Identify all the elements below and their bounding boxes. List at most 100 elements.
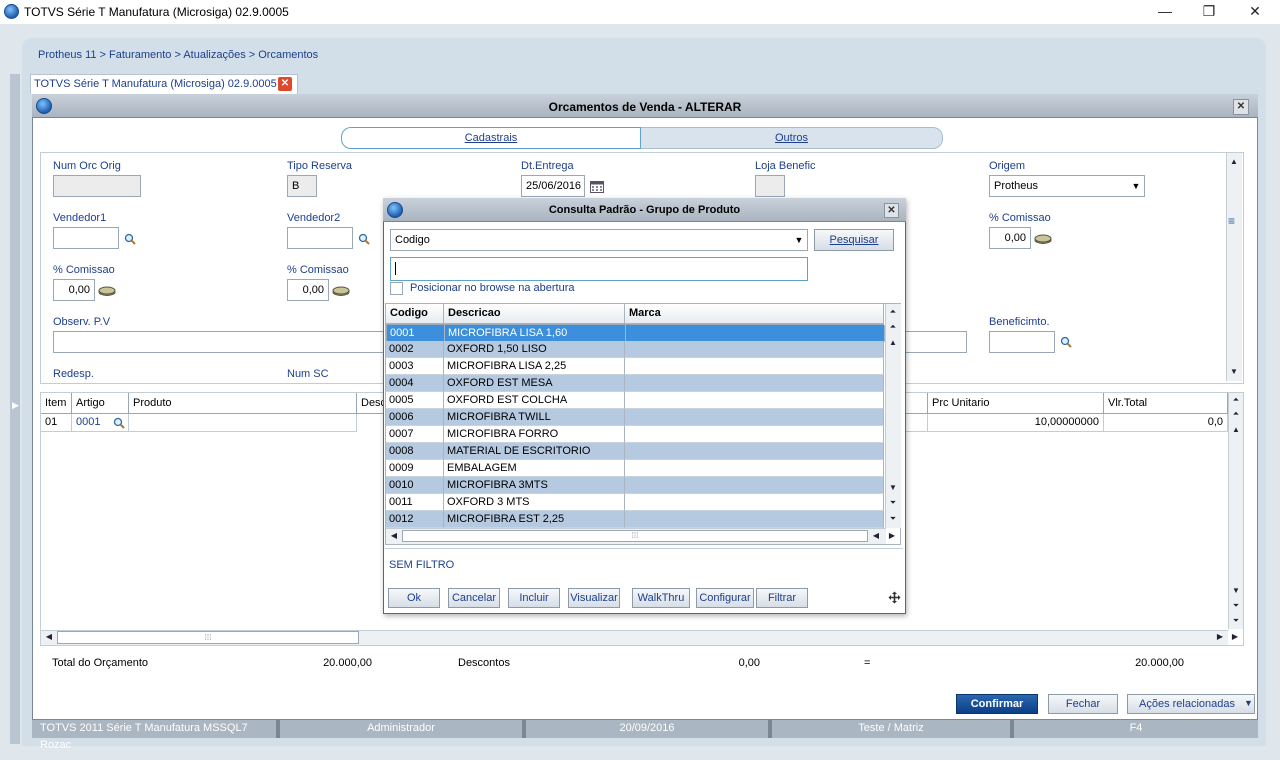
scroll-left-icon[interactable]: ◀ <box>388 530 400 542</box>
scroll-right-icon[interactable]: ◀ <box>870 530 882 542</box>
scroll-pageup-icon[interactable]: ⏶ <box>1230 408 1242 420</box>
vendedor1-field[interactable] <box>53 227 119 249</box>
scroll-end-icon[interactable]: ▶ <box>1229 631 1241 643</box>
scroll-grip-icon[interactable]: ≡ <box>1228 214 1235 228</box>
calendar-icon[interactable] <box>590 180 604 193</box>
lookup-cell-marca[interactable] <box>625 460 884 477</box>
hscroll-thumb[interactable]: ⁞⁞⁞ <box>402 530 868 542</box>
scroll-bottom-icon[interactable]: ⏷ <box>887 513 899 525</box>
lookup-row[interactable]: 0008 MATERIAL DE ESCRITORIO <box>386 443 884 460</box>
scroll-pagedown-icon[interactable]: ⏷ <box>887 497 899 509</box>
scroll-pageup-icon[interactable]: ⏶ <box>887 321 899 333</box>
lookup-row[interactable]: 0001 MICROFIBRA LISA 1,60 <box>386 324 885 342</box>
num-orc-orig-field[interactable] <box>53 175 141 197</box>
scroll-end-icon[interactable]: ▶ <box>886 530 898 542</box>
lookup-cell-marca[interactable] <box>625 494 884 511</box>
related-actions-button[interactable]: Ações relacionadas <box>1127 694 1255 714</box>
breadcrumb[interactable]: Protheus 11 > Faturamento > Atualizações… <box>38 49 318 61</box>
lookup-cell-codigo[interactable]: 0008 <box>386 443 444 460</box>
lookup-cell-codigo[interactable]: 0010 <box>386 477 444 494</box>
tab-cadastrais[interactable]: Cadastrais <box>341 127 641 149</box>
close-button[interactable]: Fechar <box>1048 694 1118 714</box>
scroll-down-icon[interactable]: ▼ <box>1228 366 1240 378</box>
lookup-cell-descricao[interactable]: MATERIAL DE ESCRITORIO <box>444 443 625 460</box>
calculator-coin-icon[interactable] <box>1034 234 1052 244</box>
search-button[interactable]: Pesquisar <box>814 229 894 251</box>
tipo-reserva-field[interactable]: B <box>287 175 317 197</box>
search-input[interactable] <box>390 257 808 281</box>
modal-close-button[interactable]: ✕ <box>884 203 899 218</box>
lookup-cell-marca[interactable] <box>625 443 884 460</box>
ok-button[interactable]: Ok <box>388 588 440 608</box>
lookup-cell-codigo[interactable]: 0009 <box>386 460 444 477</box>
lookup-cell-codigo[interactable]: 0003 <box>386 358 444 375</box>
minimize-button[interactable]: — <box>1150 2 1180 22</box>
configure-button[interactable]: Configurar <box>696 588 754 608</box>
cell-hidden[interactable] <box>906 414 928 432</box>
lookup-cell-codigo[interactable]: 0001 <box>387 325 445 342</box>
comissao1-field[interactable]: 0,00 <box>53 279 95 301</box>
move-icon[interactable] <box>888 591 901 604</box>
col-descricao-header[interactable]: Descricao <box>444 304 625 324</box>
lookup-cell-marca[interactable] <box>625 341 884 358</box>
order-select[interactable]: Codigo <box>390 229 808 251</box>
lookup-cell-codigo[interactable]: 0005 <box>386 392 444 409</box>
lookup-cell-marca[interactable] <box>625 477 884 494</box>
lookup-cell-descricao[interactable]: OXFORD 1,50 LISO <box>444 341 625 358</box>
lookup-row[interactable]: 0012 MICROFIBRA EST 2,25 <box>386 511 884 528</box>
lookup-row[interactable]: 0005 OXFORD EST COLCHA <box>386 392 884 409</box>
scroll-up-icon[interactable]: ▲ <box>1228 156 1240 168</box>
tab-outros[interactable]: Outros <box>641 127 943 149</box>
scroll-left-icon[interactable]: ◀ <box>43 631 55 643</box>
scroll-top-icon[interactable]: ⏶ <box>887 306 899 318</box>
lookup-cell-descricao[interactable]: MICROFIBRA FORRO <box>444 426 625 443</box>
scroll-top-icon[interactable]: ⏶ <box>1230 394 1242 406</box>
col-marca-header[interactable]: Marca <box>625 304 884 324</box>
lookup-cell-descricao[interactable]: EMBALAGEM <box>444 460 625 477</box>
hscroll-thumb[interactable]: ⁞⁞⁞ <box>57 631 359 644</box>
lookup-cell-marca[interactable] <box>625 392 884 409</box>
cell-item[interactable]: 01 <box>41 414 72 432</box>
lookup-cell-codigo[interactable]: 0006 <box>386 409 444 426</box>
lookup-cell-marca[interactable] <box>625 375 884 392</box>
search-lookup-icon[interactable] <box>113 417 125 429</box>
beneficimto-field[interactable] <box>989 331 1055 353</box>
dt-entrega-field[interactable]: 25/06/2016 <box>521 175 585 197</box>
comissao2-field[interactable]: 0,00 <box>287 279 329 301</box>
col-codigo-header[interactable]: Codigo <box>386 304 444 324</box>
comissao-right-field[interactable]: 0,00 <box>989 227 1031 249</box>
lookup-cell-codigo[interactable]: 0007 <box>386 426 444 443</box>
include-button[interactable]: Incluir <box>508 588 560 608</box>
lookup-row[interactable]: 0011 OXFORD 3 MTS <box>386 494 884 511</box>
lookup-cell-descricao[interactable]: OXFORD EST COLCHA <box>444 392 625 409</box>
scroll-right-icon[interactable]: ▶ <box>1214 631 1226 643</box>
cell-produto[interactable] <box>129 414 357 432</box>
confirm-button[interactable]: Confirmar <box>956 694 1038 714</box>
lookup-row[interactable]: 0003 MICROFIBRA LISA 2,25 <box>386 358 884 375</box>
filter-button[interactable]: Filtrar <box>756 588 808 608</box>
lookup-row[interactable]: 0007 MICROFIBRA FORRO <box>386 426 884 443</box>
cell-vlr-total[interactable]: 0,0 <box>1104 414 1228 432</box>
lookup-cell-descricao[interactable]: OXFORD EST MESA <box>444 375 625 392</box>
lookup-cell-descricao[interactable]: MICROFIBRA LISA 1,60 <box>445 325 626 342</box>
vendedor2-field[interactable] <box>287 227 353 249</box>
lookup-cell-codigo[interactable]: 0011 <box>386 494 444 511</box>
lookup-cell-marca[interactable] <box>625 358 884 375</box>
col-item-header[interactable]: Item <box>41 393 72 414</box>
open-position-label[interactable]: Posicionar no browse na abertura <box>410 282 574 294</box>
lookup-cell-marca[interactable] <box>625 409 884 426</box>
origem-select[interactable]: Protheus <box>989 175 1145 197</box>
lookup-cell-marca[interactable] <box>626 325 885 342</box>
scroll-bottom-icon[interactable]: ⏷ <box>1230 615 1242 627</box>
cancel-button[interactable]: Cancelar <box>448 588 500 608</box>
col-vlr-total-header[interactable]: Vlr.Total <box>1104 393 1228 414</box>
lookup-cell-descricao[interactable]: OXFORD 3 MTS <box>444 494 625 511</box>
tab-close-icon[interactable]: ✕ <box>278 77 292 91</box>
cell-prc-unitario[interactable]: 10,00000000 <box>928 414 1104 432</box>
loja-benefic-field[interactable] <box>755 175 785 197</box>
calculator-coin-icon[interactable] <box>98 286 116 296</box>
col-hidden-header[interactable] <box>906 393 928 414</box>
lookup-row[interactable]: 0004 OXFORD EST MESA <box>386 375 884 392</box>
scroll-up-icon[interactable]: ▲ <box>1230 424 1242 436</box>
scroll-down-icon[interactable]: ▼ <box>1230 585 1242 597</box>
